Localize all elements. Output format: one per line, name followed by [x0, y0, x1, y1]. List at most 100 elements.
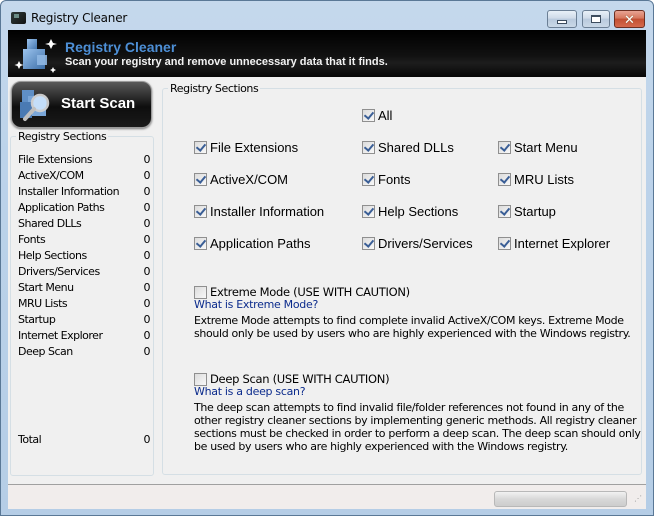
summary-count: 0	[143, 329, 151, 342]
summary-count: 0	[143, 153, 151, 166]
summary-count: 0	[143, 185, 151, 198]
checkbox-label: Installer Information	[210, 204, 325, 219]
checkbox-label: Extreme Mode (USE WITH CAUTION)	[210, 285, 410, 299]
summary-label: Application Paths	[18, 201, 105, 214]
checkbox-box[interactable]	[498, 237, 511, 250]
resize-grip-icon[interactable]: ⋰	[634, 495, 643, 506]
summary-label: File Extensions	[18, 153, 93, 166]
checkbox-box[interactable]	[194, 205, 207, 218]
checkbox-label: Help Sections	[378, 204, 459, 219]
checkbox-shared-dlls[interactable]: Shared DLLs	[362, 140, 454, 155]
summary-count: 0	[143, 313, 151, 326]
checkbox-box[interactable]	[194, 237, 207, 250]
summary-count: 0	[143, 169, 151, 182]
status-bar: ⋰	[8, 484, 646, 509]
summary-label: Fonts	[18, 233, 46, 246]
minimize-button[interactable]	[547, 10, 577, 28]
checkbox-all[interactable]: All	[362, 108, 392, 123]
checkbox-internet-explorer[interactable]: Internet Explorer	[498, 236, 610, 251]
registry-sections-options: Registry Sections All File Extensions Ac…	[162, 82, 642, 475]
title-bar[interactable]: Registry Cleaner ✕	[1, 1, 653, 29]
summary-row: Drivers/Services 0	[18, 265, 150, 281]
checkbox-box[interactable]	[498, 205, 511, 218]
checkbox-drivers-services[interactable]: Drivers/Services	[362, 236, 473, 251]
summary-row: Shared DLLs 0	[18, 217, 150, 233]
app-icon	[11, 12, 26, 24]
summary-label: Start Menu	[18, 281, 74, 294]
checkbox-application-paths[interactable]: Application Paths	[194, 236, 310, 251]
checkbox-box[interactable]	[194, 372, 207, 386]
extreme-mode-help-link[interactable]: What is Extreme Mode?	[194, 298, 318, 311]
checkbox-all-label: All	[378, 108, 393, 123]
checkbox-box[interactable]	[362, 237, 375, 250]
summary-label: Internet Explorer	[18, 329, 103, 342]
checkbox-box[interactable]	[194, 173, 207, 186]
checkbox-help-sections[interactable]: Help Sections	[362, 204, 458, 219]
summary-count: 0	[143, 217, 151, 230]
checkbox-label: Start Menu	[514, 140, 578, 155]
checkbox-box[interactable]	[194, 141, 207, 154]
total-label: Total	[18, 433, 42, 446]
checkbox-box[interactable]	[362, 173, 375, 186]
total-count: 0	[143, 433, 151, 446]
summary-count: 0	[143, 265, 151, 278]
checkbox-box[interactable]	[498, 173, 511, 186]
summary-row: Deep Scan 0	[18, 345, 150, 361]
summary-row: Help Sections 0	[18, 249, 150, 265]
checkbox-extreme-mode[interactable]: Extreme Mode (USE WITH CAUTION)	[194, 285, 410, 299]
maximize-button[interactable]	[582, 10, 610, 28]
checkbox-label: Shared DLLs	[378, 140, 454, 155]
summary-row: MRU Lists 0	[18, 297, 150, 313]
summary-count: 0	[143, 281, 151, 294]
summary-label: MRU Lists	[18, 297, 68, 310]
checkbox-box[interactable]	[362, 205, 375, 218]
close-button[interactable]: ✕	[614, 10, 645, 28]
checkbox-fonts[interactable]: Fonts	[362, 172, 411, 187]
registry-magnifier-icon	[20, 90, 50, 121]
summary-row: Start Menu 0	[18, 281, 150, 297]
checkbox-activex-com[interactable]: ActiveX/COM	[194, 172, 288, 187]
summary-row: Startup 0	[18, 313, 150, 329]
checkbox-label: Fonts	[378, 172, 411, 187]
checkbox-label: Startup	[514, 204, 556, 219]
banner-title: Registry Cleaner	[65, 39, 177, 55]
summary-label: Drivers/Services	[18, 265, 100, 278]
window-title: Registry Cleaner	[31, 11, 128, 25]
summary-count: 0	[143, 297, 151, 310]
summary-row: Application Paths 0	[18, 201, 150, 217]
registry-cleaner-window: Registry Cleaner ✕ Registry Cleaner Scan…	[0, 0, 654, 516]
deep-scan-help-link[interactable]: What is a deep scan?	[194, 385, 306, 398]
checkbox-label: MRU Lists	[514, 172, 574, 187]
start-scan-label: Start Scan	[61, 95, 136, 112]
checkbox-start-menu[interactable]: Start Menu	[498, 140, 578, 155]
checkbox-installer-information[interactable]: Installer Information	[194, 204, 324, 219]
summary-label: ActiveX/COM	[18, 169, 84, 182]
checkbox-deep-scan[interactable]: Deep Scan (USE WITH CAUTION)	[194, 372, 390, 386]
checkbox-file-extensions[interactable]: File Extensions	[194, 140, 298, 155]
scan-progress-bar	[494, 491, 627, 507]
summary-row: Fonts 0	[18, 233, 150, 249]
checkbox-mru-lists[interactable]: MRU Lists	[498, 172, 574, 187]
registry-cubes-icon	[14, 39, 57, 73]
checkbox-all-box[interactable]	[362, 109, 375, 122]
checkbox-box[interactable]	[194, 285, 207, 299]
header-banner: Registry Cleaner Scan your registry and …	[8, 30, 646, 77]
extreme-mode-description: Extreme Mode attempts to find complete i…	[194, 314, 631, 340]
checkbox-label: Application Paths	[210, 236, 311, 251]
summary-label: Shared DLLs	[18, 217, 82, 230]
checkbox-label: Drivers/Services	[378, 236, 473, 251]
checkbox-box[interactable]	[498, 141, 511, 154]
summary-row: File Extensions 0	[18, 153, 150, 169]
maximize-icon	[591, 15, 601, 23]
close-icon: ✕	[624, 11, 635, 27]
checkbox-box[interactable]	[362, 141, 375, 154]
summary-row: Installer Information 0	[18, 185, 150, 201]
summary-label: Deep Scan	[18, 345, 73, 358]
summary-label: Installer Information	[18, 185, 120, 198]
checkbox-startup[interactable]: Startup	[498, 204, 556, 219]
summary-count: 0	[143, 249, 151, 262]
summary-label: Startup	[18, 313, 56, 326]
banner-subtitle: Scan your registry and remove unnecessar…	[65, 56, 388, 68]
summary-legend: Registry Sections	[16, 130, 109, 143]
start-scan-button[interactable]: Start Scan	[11, 81, 152, 128]
